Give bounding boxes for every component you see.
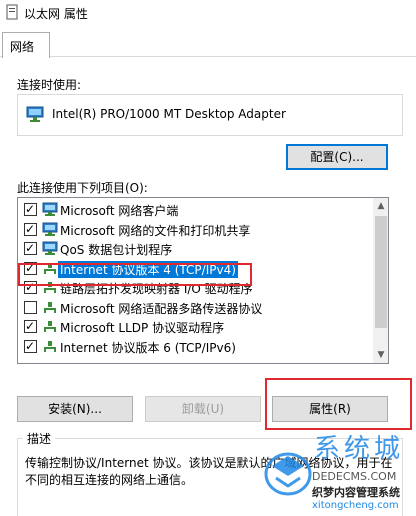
list-item[interactable]: ✓ Internet 协议版本 6 (TCP/IPv6): [18, 337, 370, 356]
protocol-icon: [44, 321, 56, 332]
item-label: Microsoft 网络客户端: [60, 204, 179, 218]
watermark-line1: 织梦内容管理系统: [312, 484, 400, 500]
item-label: Microsoft 网络适配器多路传送器协议: [60, 301, 263, 316]
item-label: Internet 协议版本 6 (TCP/IPv6): [60, 340, 236, 355]
adapter-name: Intel(R) PRO/1000 MT Desktop Adapter: [52, 107, 286, 121]
item-checkbox[interactable]: ✓: [24, 221, 37, 236]
list-item[interactable]: ✓ Microsoft LLDP 协议驱动程序: [18, 317, 370, 336]
item-checkbox[interactable]: ✓: [24, 202, 37, 216]
tab-network[interactable]: 网络: [2, 32, 50, 58]
protocol-icon: [44, 340, 56, 352]
watermark-brand: 系统城: [314, 434, 405, 464]
tab-strip: 网络: [0, 26, 416, 58]
list-scrollbar[interactable]: ▲ ▼: [373, 198, 388, 363]
item-checkbox[interactable]: ✓: [24, 338, 37, 353]
item-label: QoS 数据包计划程序: [60, 243, 173, 257]
ipv4-highlight-box: [18, 263, 252, 286]
list-item[interactable]: ✓ Microsoft 网络的文件和打印机共享: [18, 220, 370, 239]
items-label: 此连接使用下列项目(O):: [17, 181, 148, 195]
protocol-icon: [44, 301, 56, 313]
uninstall-button[interactable]: 卸载(U): [145, 396, 261, 422]
configure-button[interactable]: 配置(C)...: [286, 144, 388, 170]
adapter-box: Intel(R) PRO/1000 MT Desktop Adapter: [17, 94, 403, 136]
watermark-url: xitongcheng.com: [312, 500, 399, 511]
scroll-thumb[interactable]: [375, 216, 387, 328]
watermark-logo: 系统城 织梦内容管理系统 DEDECMS.COM xitongcheng.com: [262, 426, 416, 516]
list-item[interactable]: Microsoft 网络适配器多路传送器协议: [18, 298, 370, 317]
network-client-icon: [42, 241, 58, 255]
item-checkbox[interactable]: [24, 300, 37, 314]
list-item[interactable]: ✓ QoS 数据包计划程序: [18, 239, 370, 258]
network-adapter-icon: [26, 106, 44, 122]
scroll-up-icon[interactable]: ▲: [373, 198, 388, 214]
properties-highlight-box: [265, 378, 412, 430]
checkmark-icon: ✓: [25, 221, 36, 236]
checkmark-icon: ✓: [25, 319, 36, 333]
item-label: Microsoft LLDP 协议驱动程序: [60, 321, 225, 335]
item-checkbox[interactable]: ✓: [24, 241, 37, 255]
window-properties-icon: [6, 4, 18, 20]
scroll-down-icon[interactable]: ▼: [373, 347, 388, 363]
item-checkbox[interactable]: ✓: [24, 319, 37, 333]
checkmark-icon: ✓: [25, 202, 36, 216]
checkmark-icon: ✓: [25, 338, 36, 353]
window-title: 以太网 属性: [24, 7, 88, 21]
description-title: 描述: [23, 430, 56, 447]
connect-using-label: 连接时使用:: [17, 78, 82, 92]
network-client-icon: [42, 202, 58, 216]
install-button[interactable]: 安装(N)...: [17, 396, 133, 422]
checkmark-icon: ✓: [25, 241, 36, 255]
title-bar[interactable]: 以太网 属性: [0, 0, 416, 26]
item-label: Microsoft 网络的文件和打印机共享: [60, 223, 251, 238]
watermark-line2: DEDECMS.COM: [312, 470, 397, 483]
network-client-icon: [42, 222, 58, 236]
list-item[interactable]: ✓ Microsoft 网络客户端: [18, 200, 370, 219]
